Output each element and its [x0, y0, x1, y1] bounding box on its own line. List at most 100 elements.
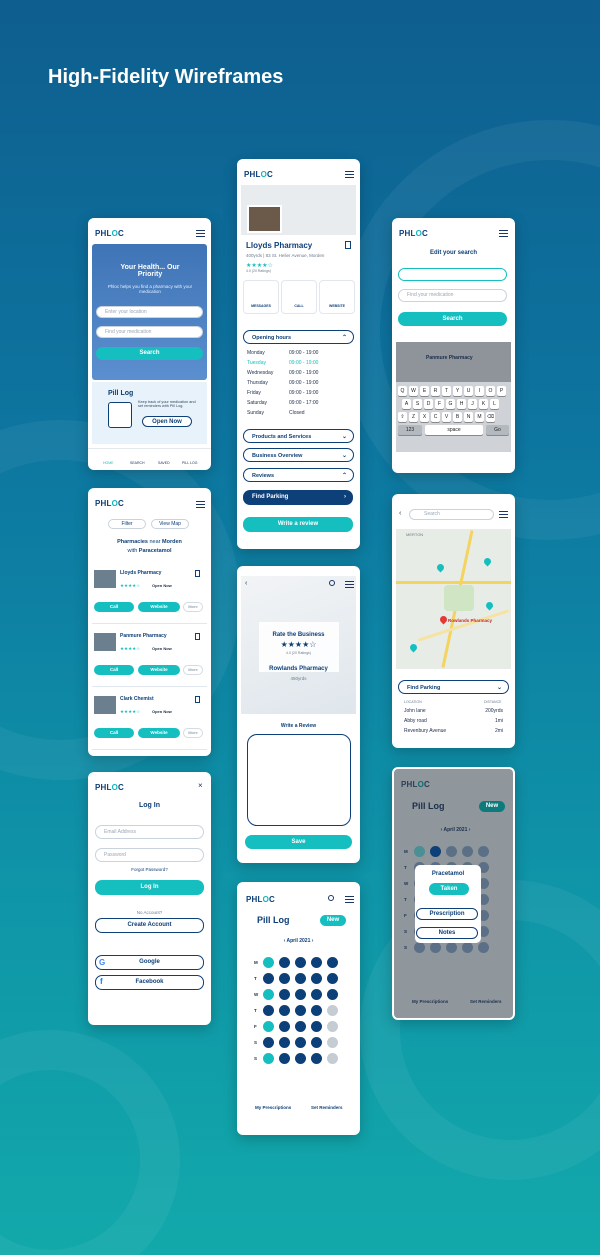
calendar-day[interactable]	[263, 1005, 274, 1016]
calendar-day[interactable]	[295, 957, 306, 968]
new-button[interactable]: New	[320, 915, 346, 926]
key[interactable]: N	[464, 412, 473, 422]
filter-button[interactable]: Filter	[108, 519, 146, 529]
my-prescriptions-link[interactable]: My Prescriptions	[255, 1105, 291, 1110]
key-go[interactable]: Go	[486, 425, 509, 435]
key-123[interactable]: 123	[398, 425, 422, 435]
calendar-day[interactable]	[327, 1037, 338, 1048]
calendar-day[interactable]	[295, 1021, 306, 1032]
calendar-day[interactable]	[430, 846, 441, 857]
menu-icon[interactable]	[499, 230, 508, 237]
key[interactable]: C	[431, 412, 440, 422]
find-parking-button[interactable]: Find Parking ›	[243, 490, 353, 505]
calendar-day[interactable]	[446, 846, 457, 857]
result-card[interactable]: Clark Chemist ★★★★☆ Open Now Call Website Mor…	[92, 692, 207, 750]
key[interactable]: X	[420, 412, 429, 422]
key[interactable]: T	[442, 386, 451, 396]
calendar-day[interactable]	[311, 1005, 322, 1016]
calendar-day[interactable]	[263, 1021, 274, 1032]
nav-home[interactable]: HOME	[103, 461, 114, 465]
calendar-day[interactable]	[295, 989, 306, 1000]
key[interactable]: S	[413, 399, 422, 409]
calendar-day[interactable]	[263, 1037, 274, 1048]
key[interactable]: W	[409, 386, 418, 396]
result-card[interactable]: Panmure Pharmacy ★★★★☆ Open Now Call Website…	[92, 629, 207, 687]
calendar-day[interactable]	[414, 846, 425, 857]
calendar-day[interactable]	[478, 846, 489, 857]
key[interactable]: ⌫	[486, 412, 495, 422]
calendar-day[interactable]	[279, 973, 290, 984]
calendar-day[interactable]	[263, 957, 274, 968]
menu-icon[interactable]	[499, 511, 508, 518]
nav-saved[interactable]: SAVED	[158, 461, 170, 465]
more-button[interactable]: More	[183, 602, 203, 612]
email-field[interactable]: Email Address	[95, 825, 204, 839]
key[interactable]: U	[464, 386, 473, 396]
website-button[interactable]: Website	[138, 665, 180, 675]
calendar-day[interactable]	[279, 1037, 290, 1048]
result-card[interactable]: Lloyds Pharmacy ★★★★☆ Open Now Call Website M…	[92, 566, 207, 624]
call-button[interactable]: Call	[94, 665, 134, 675]
key[interactable]: ⇧	[398, 412, 407, 422]
nav-pill-log[interactable]: PILL LOG	[182, 461, 197, 465]
bookmark-icon[interactable]	[195, 633, 200, 640]
menu-icon[interactable]	[345, 581, 354, 588]
calendar-day[interactable]	[295, 1005, 306, 1016]
calendar-day[interactable]	[263, 1053, 274, 1064]
notes-button[interactable]: Notes	[416, 927, 478, 939]
key[interactable]: Q	[398, 386, 407, 396]
key[interactable]: G	[446, 399, 455, 409]
search-button[interactable]: Search	[96, 347, 203, 360]
calendar-day[interactable]	[414, 942, 425, 953]
location-input[interactable]	[398, 268, 507, 281]
key[interactable]: O	[486, 386, 495, 396]
bookmark-icon[interactable]	[195, 570, 200, 577]
opening-hours-accordion[interactable]: Opening hours ⌃	[243, 330, 354, 344]
nav-search[interactable]: SEARCH	[130, 461, 145, 465]
calendar-day[interactable]	[327, 1053, 338, 1064]
products-accordion[interactable]: Products and Services ⌄	[243, 429, 354, 443]
calendar-day[interactable]	[263, 989, 274, 1000]
forgot-password-link[interactable]: Forgot Password?	[88, 867, 211, 872]
key[interactable]: E	[420, 386, 429, 396]
calendar-day[interactable]	[327, 973, 338, 984]
key[interactable]: I	[475, 386, 484, 396]
calendar-day[interactable]	[279, 989, 290, 1000]
calendar-day[interactable]	[327, 1005, 338, 1016]
facebook-button[interactable]: Facebook	[95, 975, 204, 990]
business-overview-accordion[interactable]: Business Overview ⌄	[243, 448, 354, 462]
menu-icon[interactable]	[196, 230, 205, 237]
calendar-day[interactable]	[295, 1053, 306, 1064]
search-button[interactable]: Search	[398, 312, 507, 326]
back-icon[interactable]: ‹	[399, 510, 401, 517]
key[interactable]: Y	[453, 386, 462, 396]
write-review-button[interactable]: Write a review	[243, 517, 353, 532]
calendar-day[interactable]	[446, 942, 457, 953]
calendar-day[interactable]	[295, 973, 306, 984]
medication-input[interactable]: Find your medication	[96, 326, 203, 338]
calendar-day[interactable]	[279, 1053, 290, 1064]
menu-icon[interactable]	[196, 501, 205, 508]
close-icon[interactable]: ×	[198, 781, 203, 790]
key[interactable]: H	[457, 399, 466, 409]
calendar-day[interactable]	[295, 1037, 306, 1048]
key[interactable]: J	[468, 399, 477, 409]
calendar-day[interactable]	[327, 1021, 338, 1032]
medication-input[interactable]: Find your medication	[398, 289, 507, 302]
calendar-day[interactable]	[327, 957, 338, 968]
month-label[interactable]: ‹ April 2021 ›	[237, 938, 360, 944]
rating-stars[interactable]: ★★★★☆	[237, 640, 360, 649]
calendar-day[interactable]	[478, 942, 489, 953]
calendar-day[interactable]	[311, 957, 322, 968]
my-prescriptions-link[interactable]: My Prescriptions	[412, 999, 448, 1004]
password-field[interactable]: Password	[95, 848, 204, 862]
calendar-day[interactable]	[311, 973, 322, 984]
key[interactable]: K	[479, 399, 488, 409]
calendar-day[interactable]	[311, 989, 322, 1000]
key[interactable]: P	[497, 386, 506, 396]
taken-button[interactable]: Taken	[429, 883, 469, 895]
search-icon[interactable]	[329, 580, 335, 586]
calendar-day[interactable]	[462, 942, 473, 953]
calendar-day[interactable]	[430, 942, 441, 953]
create-account-button[interactable]: Create Account	[95, 918, 204, 933]
